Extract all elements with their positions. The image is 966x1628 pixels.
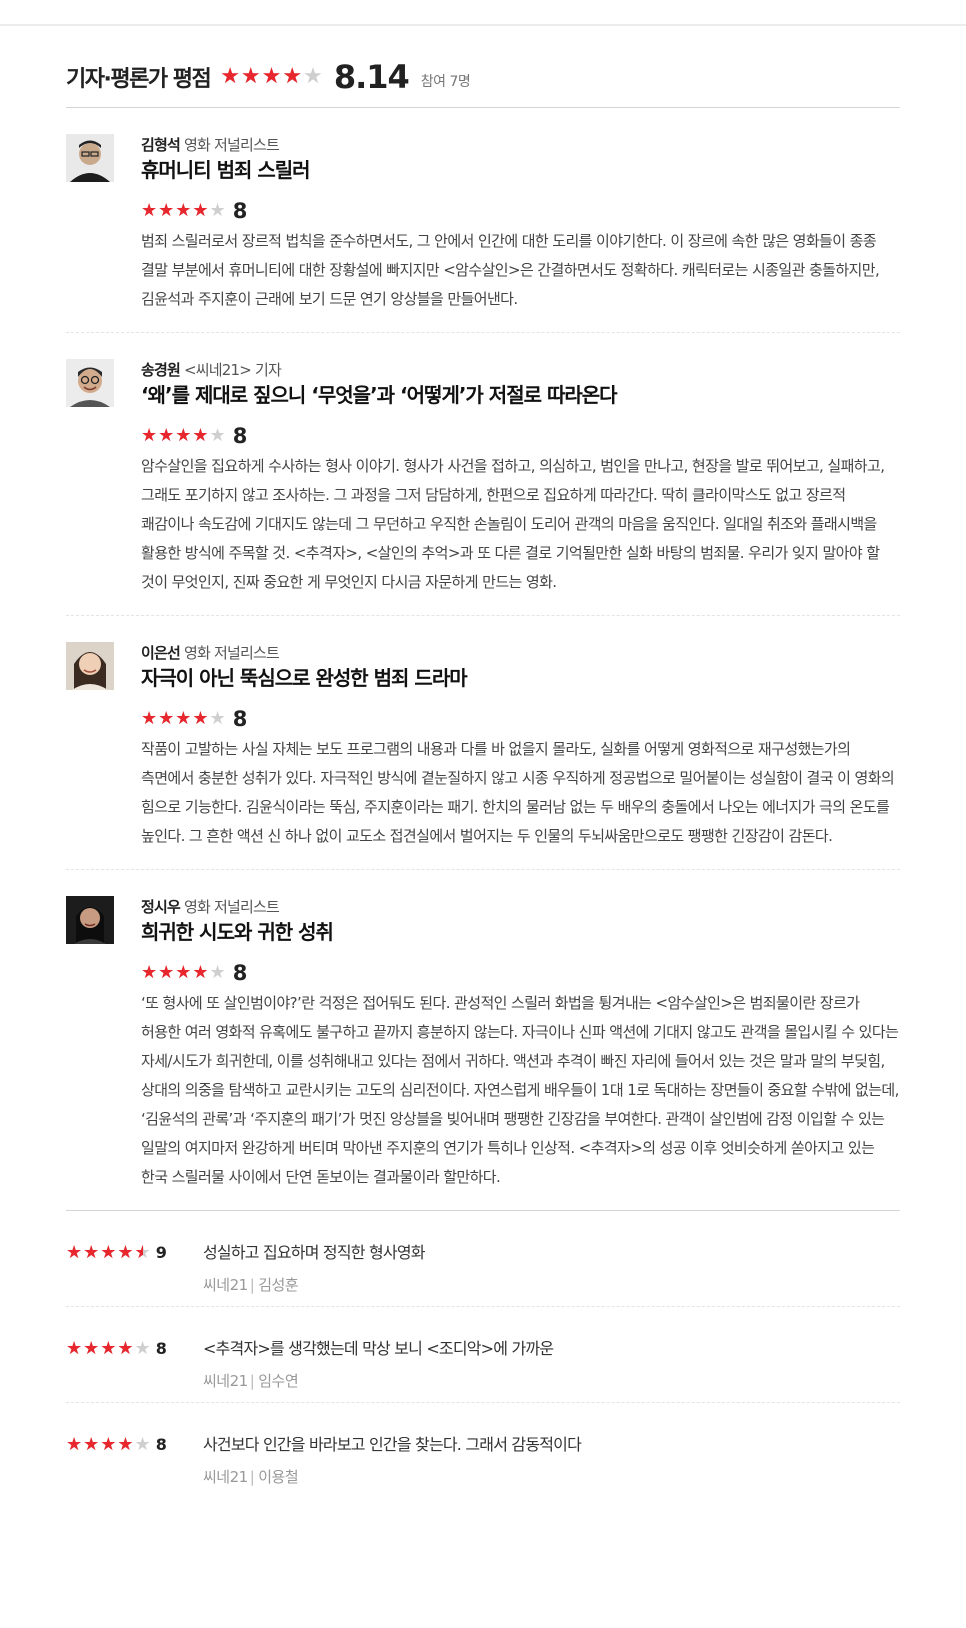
critic-review: 정시우영화 저널리스트 희귀한 시도와 귀한 성취 ★★★★★★★★★★ 8 ‘…: [66, 870, 900, 1211]
review-title: ‘왜’를 제대로 짚으니 ‘무엇을’과 ‘어떻게’가 저절로 따라온다: [141, 383, 618, 407]
rating-score: 8: [232, 707, 248, 731]
short-review-source: 씨네21 | 임수연: [203, 1372, 299, 1390]
rating-score: 8: [232, 199, 248, 223]
critic-avatar: [66, 896, 114, 944]
critic-avatar: [66, 359, 114, 407]
rating-score: 8: [232, 961, 248, 985]
critic-ratings-section: 기자·평론가 평점 ★★★★★★★★★★ 8.14 참여 7명 김형석영화 저널…: [66, 56, 900, 1499]
review-rating: ★★★★★★★★★★ 8: [141, 707, 900, 731]
critic-name[interactable]: 이은선: [141, 644, 181, 662]
review-title: 휴머니티 범죄 스릴러: [141, 158, 311, 182]
short-review-text: 성실하고 집요하며 정직한 형사영화: [203, 1243, 425, 1262]
review-text: 작품이 고발하는 사실 자체는 보도 프로그램의 내용과 다를 바 없을지 몰라…: [141, 740, 895, 845]
person-photo-icon: [66, 642, 114, 690]
critic-review: 송경원 <씨네21> 기자 ‘왜’를 제대로 짚으니 ‘무엇을’과 ‘어떻게’가 …: [66, 333, 900, 616]
short-review-source: 씨네21 | 이용철: [203, 1468, 299, 1486]
rating-score: 8: [155, 1339, 167, 1358]
review-title: 자극이 아닌 뚝심으로 완성한 범죄 드라마: [141, 666, 468, 690]
review-text: 범죄 스릴러로서 장르적 법칙을 준수하면서도, 그 안에서 인간에 대한 도리…: [141, 232, 880, 308]
person-photo-icon: [66, 896, 114, 944]
critic-review: 이은선 영화 저널리스트 자극이 아닌 뚝심으로 완성한 범죄 드라마 ★★★★★…: [66, 616, 900, 870]
short-review-rating: ★★★★★★★★★★ 8: [66, 1339, 167, 1358]
short-review: ★★★★★★★★★★ 8 사건보다 인간을 바라보고 인간을 찾는다. 그래서 …: [66, 1403, 900, 1499]
rating-score: 8: [155, 1435, 167, 1454]
rating-stars: ★★★★★★★★★★: [66, 1241, 152, 1263]
critic-byline: 정시우 영화 저널리스트: [141, 896, 900, 918]
critic-affiliation: 영화 저널리스트: [184, 898, 280, 916]
critic-avatar: [66, 642, 114, 690]
top-bar: [0, 0, 966, 26]
critic-avatar: [66, 134, 114, 182]
rating-score: 8: [232, 424, 248, 448]
rating-stars: ★★★★★★★★★★: [141, 425, 227, 446]
section-title: 기자·평론가 평점: [66, 66, 212, 92]
critic-byline: 김형석 영화 저널리스트: [141, 134, 900, 156]
critic-affiliation: 영화 저널리스트: [184, 136, 280, 154]
critic-name[interactable]: 정시우: [141, 898, 181, 916]
critic-byline: 이은선 영화 저널리스트: [141, 642, 900, 664]
critic-affiliation: <씨네21> 기자: [184, 361, 282, 379]
short-review: ★★★★★★★★★★ 9 성실하고 집요하며 정직한 형사영화 씨네21|김성훈: [66, 1211, 900, 1307]
source-outlet: 씨네21: [203, 1276, 248, 1294]
review-text: 암수살인을 집요하게 수사하는 형사 이야기. 형사가 사건을 접하고, 의심하…: [141, 457, 885, 591]
rating-score: 9: [155, 1243, 167, 1262]
short-review: ★★★★★★★★★★ 8 <추격자>를 생각했는데 막상 보니 <조디악>에 가…: [66, 1307, 900, 1403]
review-text: ‘또 형사에 또 살인범이야?’란 걱정은 접어둬도 된다. 관성적인 스릴러 …: [141, 994, 899, 1186]
source-author[interactable]: 이용철: [258, 1468, 298, 1486]
critic-review: 김형석영화 저널리스트 휴머니티 범죄 스릴러 ★★★★★★★★★★ 8 범죄 …: [66, 108, 900, 333]
rating-stars: ★★★★★★★★★★: [66, 1337, 152, 1359]
review-rating: ★★★★★★★★★★ 8: [141, 199, 900, 223]
source-author[interactable]: 김성훈: [258, 1276, 298, 1294]
source-author[interactable]: 임수연: [258, 1372, 298, 1390]
short-review-rating: ★★★★★★★★★★ 9: [66, 1243, 167, 1262]
short-review-source: 씨네21 | 김성훈: [203, 1276, 299, 1294]
critic-name[interactable]: 송경원: [141, 361, 181, 379]
rating-stars: ★★★★★★★★★★: [141, 200, 227, 221]
review-title: 희귀한 시도와 귀한 성취: [141, 920, 334, 944]
review-rating: ★★★★★★★★★★ 8: [141, 961, 900, 985]
average-score: 8.14: [333, 57, 410, 96]
rating-stars: ★★★★★★★★★★: [66, 1433, 152, 1455]
critic-name[interactable]: 김형석: [141, 136, 181, 154]
person-photo-icon: [66, 359, 114, 407]
source-outlet: 씨네21: [203, 1468, 248, 1486]
rating-stars: ★★★★★★★★★★: [141, 962, 227, 983]
review-rating: ★★★★★★★★★★ 8: [141, 424, 900, 448]
participant-count: 참여 7명: [420, 73, 471, 90]
source-outlet: 씨네21: [203, 1372, 248, 1390]
short-review-rating: ★★★★★★★★★★ 8: [66, 1435, 167, 1454]
section-header: 기자·평론가 평점 ★★★★★★★★★★ 8.14 참여 7명: [66, 56, 900, 108]
rating-stars: ★★★★★★★★★★: [141, 708, 227, 729]
average-rating-stars: ★★★★★★★★★★: [220, 63, 324, 89]
person-photo-icon: [66, 134, 114, 182]
critic-affiliation: 영화 저널리스트: [184, 644, 280, 662]
short-review-text: <추격자>를 생각했는데 막상 보니 <조디악>에 가까운: [203, 1339, 554, 1358]
critic-byline: 송경원 <씨네21> 기자: [141, 359, 900, 381]
short-review-text: 사건보다 인간을 바라보고 인간을 찾는다. 그래서 감동적이다: [203, 1435, 582, 1454]
